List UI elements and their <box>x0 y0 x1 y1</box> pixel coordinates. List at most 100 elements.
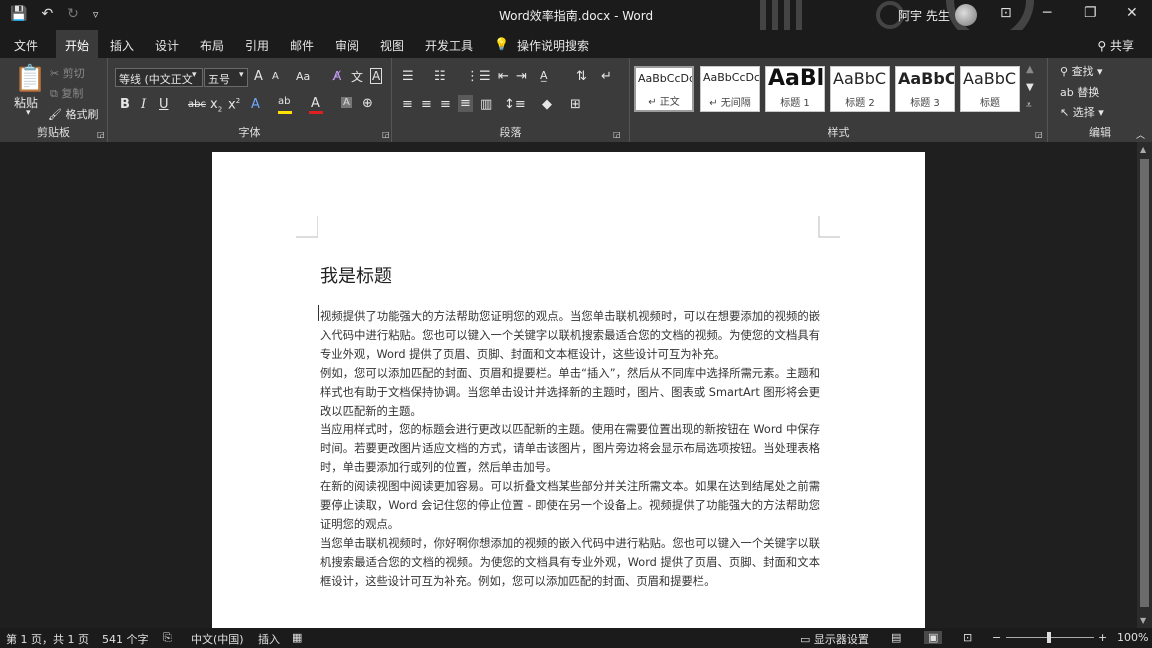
scrollbar-thumb[interactable] <box>1140 159 1149 607</box>
strikethrough-button[interactable]: abc <box>188 99 206 110</box>
shading-icon[interactable]: ◆ <box>542 97 552 112</box>
zoom-slider-thumb[interactable] <box>1047 632 1051 643</box>
tab-insert[interactable]: 插入 <box>110 37 134 54</box>
tab-design[interactable]: 设计 <box>155 37 179 54</box>
tab-developer[interactable]: 开发工具 <box>425 37 473 54</box>
tab-file[interactable]: 文件 <box>14 37 38 54</box>
sort-icon[interactable]: ⇅ <box>576 69 587 84</box>
avatar[interactable] <box>955 4 977 26</box>
highlight-icon[interactable]: ab <box>278 96 290 107</box>
collapse-ribbon-icon[interactable]: ︿ <box>1136 128 1145 141</box>
font-size-dropdown-icon[interactable]: ▾ <box>239 70 244 80</box>
text-effects-icon[interactable]: A <box>251 97 260 112</box>
web-layout-icon[interactable]: ⊡ <box>963 631 972 644</box>
increase-indent-icon[interactable]: ⇥ <box>516 69 527 84</box>
distributed-icon[interactable]: ▥ <box>480 97 492 112</box>
tab-home[interactable]: 开始 <box>56 30 99 58</box>
paragraph[interactable]: 当应用样式时，您的标题会进行更改以匹配新的主题。使用在需要位置出现的新按钮在 W… <box>320 421 820 478</box>
insert-mode[interactable]: 插入 <box>258 631 280 647</box>
tab-review[interactable]: 审阅 <box>335 37 359 54</box>
zoom-out-icon[interactable]: − <box>992 631 1001 644</box>
minimize-icon[interactable]: ─ <box>1043 5 1051 21</box>
chinese-layout-icon[interactable]: A̲ <box>540 69 548 82</box>
paragraph[interactable]: 视频提供了功能强大的方法帮助您证明您的观点。当您单击联机视频时，可以在想要添加的… <box>320 308 820 365</box>
macro-recording-icon[interactable]: ▦ <box>292 631 302 644</box>
page-count[interactable]: 第 1 页，共 1 页 <box>6 631 89 647</box>
document-heading[interactable]: 我是标题 <box>320 262 392 288</box>
style-heading-2[interactable]: AaBbC 标题 2 <box>830 66 890 112</box>
tab-view[interactable]: 视图 <box>380 37 404 54</box>
character-shading-icon[interactable]: A <box>341 97 352 108</box>
style-normal[interactable]: AaBbCcDc ↵ 正文 <box>634 66 694 112</box>
styles-launcher-icon[interactable]: ◲ <box>1035 130 1043 139</box>
line-spacing-icon[interactable]: ↕≡ <box>504 97 526 112</box>
paragraph[interactable]: 在新的阅读视图中阅读更加容易。可以折叠文档某些部分并关注所需文本。如果在达到结尾… <box>320 478 820 535</box>
font-launcher-icon[interactable]: ◲ <box>382 130 390 139</box>
paragraph[interactable]: 例如，您可以添加匹配的封面、页眉和提要栏。单击“插入”，然后从不同库中选择所需元… <box>320 365 820 422</box>
styles-more-icon[interactable]: ⩡ <box>1026 100 1032 111</box>
scroll-down-arrow-icon[interactable]: ▼ <box>1140 616 1146 625</box>
subscript-button[interactable]: x2 <box>210 97 222 114</box>
styles-scroll-up-icon[interactable]: ▲ <box>1026 64 1034 75</box>
ribbon-display-options-icon[interactable]: ⊡ <box>1000 5 1012 21</box>
read-mode-icon[interactable]: ▤ <box>891 631 901 644</box>
document-body[interactable]: 视频提供了功能强大的方法帮助您证明您的观点。当您单击联机视频时，可以在想要添加的… <box>320 308 820 592</box>
tab-layout[interactable]: 布局 <box>200 37 224 54</box>
zoom-level[interactable]: 100% <box>1117 631 1148 644</box>
paragraph-launcher-icon[interactable]: ◲ <box>613 130 621 139</box>
align-left-icon[interactable]: ≡ <box>402 97 413 112</box>
italic-button[interactable]: I <box>141 97 146 112</box>
align-center-icon[interactable]: ≡ <box>421 97 432 112</box>
paste-icon[interactable]: 📋 <box>14 64 46 94</box>
bullets-icon[interactable]: ☰ <box>402 69 414 84</box>
font-color-icon[interactable]: A <box>311 96 320 111</box>
restore-icon[interactable]: ❐ <box>1084 5 1097 21</box>
proofing-icon[interactable]: ⎘ <box>163 631 172 645</box>
word-count[interactable]: 541 个字 <box>102 631 149 647</box>
format-painter-button[interactable]: 🖌 格式刷 <box>48 106 98 122</box>
cut-button[interactable]: ✂ 剪切 <box>50 65 85 81</box>
scroll-up-arrow-icon[interactable]: ▲ <box>1140 145 1146 154</box>
vertical-scrollbar[interactable]: ▲ ▼ <box>1137 142 1152 628</box>
paragraph[interactable]: 当您单击联机视频时，你好啊你想添加的视频的嵌入代码中进行粘贴。您也可以键入一个关… <box>320 535 820 592</box>
copy-button[interactable]: ⧉ 复制 <box>50 85 83 101</box>
select-button[interactable]: ↖ 选择 ▾ <box>1060 104 1104 120</box>
find-button[interactable]: ⚲ 查找 ▾ <box>1060 63 1103 79</box>
clear-formatting-icon[interactable]: A̸ <box>333 69 341 83</box>
change-case-icon[interactable]: Aa <box>296 70 310 83</box>
show-marks-icon[interactable]: ↵ <box>601 69 612 84</box>
multilevel-list-icon[interactable]: ⋮☰ <box>466 69 491 84</box>
clipboard-launcher-icon[interactable]: ◲ <box>97 130 105 139</box>
justify-icon[interactable]: ≡ <box>458 95 473 112</box>
display-settings-button[interactable]: ▭ 显示器设置 <box>800 631 869 647</box>
close-icon[interactable]: ✕ <box>1126 5 1138 21</box>
style-title[interactable]: AaBbC 标题 <box>960 66 1020 112</box>
shrink-font-icon[interactable]: A <box>272 71 279 82</box>
replace-button[interactable]: ab 替换 <box>1060 84 1099 100</box>
style-no-spacing[interactable]: AaBbCcDc ↵ 无间隔 <box>700 66 760 112</box>
superscript-button[interactable]: x2 <box>228 97 240 112</box>
language-indicator[interactable]: 中文(中国) <box>191 631 244 647</box>
enclose-characters-icon[interactable]: A <box>370 68 383 84</box>
font-name-combo[interactable]: 等线 (中文正文 <box>115 68 203 87</box>
font-name-dropdown-icon[interactable]: ▾ <box>192 70 197 80</box>
tell-me-search[interactable]: 操作说明搜索 <box>517 37 589 54</box>
share-button[interactable]: ⚲ 共享 <box>1097 37 1134 54</box>
numbering-icon[interactable]: ☷ <box>434 69 446 84</box>
grow-font-icon[interactable]: A <box>254 69 263 84</box>
print-layout-icon[interactable]: ▣ <box>924 631 943 644</box>
decrease-indent-icon[interactable]: ⇤ <box>498 69 509 84</box>
underline-button[interactable]: U <box>159 97 169 112</box>
align-right-icon[interactable]: ≡ <box>440 97 451 112</box>
style-heading-3[interactable]: AaBbC 标题 3 <box>895 66 955 112</box>
tab-mailings[interactable]: 邮件 <box>290 37 314 54</box>
phonetic-guide-icon[interactable]: 文 <box>351 68 363 85</box>
user-name[interactable]: 阿宇 先生 <box>898 7 950 24</box>
paste-dropdown-icon[interactable]: ▾ <box>26 108 31 118</box>
borders-icon[interactable]: ⊞ <box>570 97 581 112</box>
enclosed-char-icon[interactable]: ⊕ <box>362 96 373 111</box>
styles-scroll-down-icon[interactable]: ▼ <box>1026 82 1034 93</box>
document-page[interactable]: 我是标题 视频提供了功能强大的方法帮助您证明您的观点。当您单击联机视频时，可以在… <box>212 152 925 628</box>
zoom-in-icon[interactable]: + <box>1098 631 1107 644</box>
style-heading-1[interactable]: AaBl 标题 1 <box>765 66 825 112</box>
